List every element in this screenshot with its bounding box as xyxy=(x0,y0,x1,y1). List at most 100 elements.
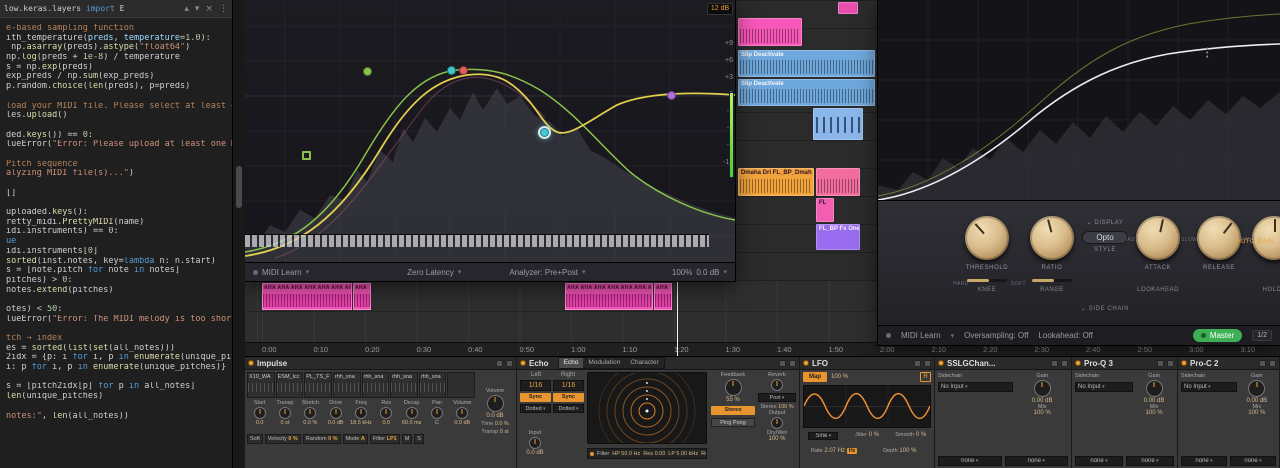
master-routing-pill[interactable]: Master xyxy=(1193,329,1242,342)
echo-left-division[interactable]: 1/16 xyxy=(520,380,551,391)
echo-right-mode-dropdown[interactable]: Dotted xyxy=(553,404,584,413)
feedback-knob[interactable] xyxy=(725,379,742,396)
global-time-value[interactable]: 0.0 % xyxy=(495,421,509,427)
impulse-velocity-control[interactable]: Velocity 0 % xyxy=(265,434,301,444)
map-button[interactable]: Map xyxy=(803,372,827,382)
impulse-filter-control[interactable]: Filter LP1 xyxy=(370,434,400,444)
clip[interactable] xyxy=(838,2,858,14)
impulse-slot[interactable]: X10_WA xyxy=(247,372,275,398)
code-lines[interactable]: e-based sampling functionith_temperature… xyxy=(0,18,232,431)
eq-band-handle[interactable] xyxy=(667,91,676,100)
map-amount[interactable]: 100 % xyxy=(831,374,848,380)
impulse-control-freq[interactable]: Freq18.5 kHz xyxy=(348,400,373,426)
piano-strip[interactable] xyxy=(245,234,709,247)
eq-band-handle[interactable] xyxy=(447,66,456,75)
echo-right-division[interactable]: 1/16 xyxy=(553,380,584,391)
scrollbar-thumb[interactable] xyxy=(236,166,242,208)
zoom-level[interactable]: 100% xyxy=(672,268,692,277)
gain-knob[interactable] xyxy=(1034,380,1051,397)
eq-band-handle[interactable] xyxy=(540,128,549,137)
plugin-edit-icon[interactable] xyxy=(1051,360,1058,367)
plugin-edit-icon[interactable] xyxy=(1157,360,1164,367)
arrangement-clip[interactable]: AHA xyxy=(654,283,672,310)
delete-cell-icon[interactable]: × xyxy=(205,4,213,14)
ping-pong-button[interactable]: Ping Pong xyxy=(711,418,755,427)
echo-filter-bar[interactable]: Filter HP 50.0 Hz Res 0.00 LP 5.00 kHz R… xyxy=(587,448,707,459)
playhead[interactable] xyxy=(677,281,678,356)
move-up-icon[interactable]: ▴ xyxy=(184,4,189,14)
param-dropdown[interactable]: none xyxy=(1230,456,1276,466)
lookahead-selector[interactable]: Lookahead: Off xyxy=(1038,331,1093,340)
save-preset-icon[interactable] xyxy=(789,360,796,367)
impulse-control-res[interactable]: Res0.0 xyxy=(374,400,399,426)
echo-left-sync-button[interactable]: Sync xyxy=(520,393,551,402)
stereo-mode-button[interactable]: Stereo xyxy=(711,406,755,415)
echo-tab-character[interactable]: Character xyxy=(625,358,664,368)
hot-swap-icon[interactable] xyxy=(914,360,921,367)
echo-hp-value[interactable]: HP 50.0 Hz xyxy=(612,451,640,457)
eq-display[interactable] xyxy=(245,0,735,262)
impulse-control-drive[interactable]: Drive0.0 dB xyxy=(323,400,348,426)
hold-knob[interactable] xyxy=(1252,216,1280,260)
channel-badge[interactable]: 1/2 xyxy=(1252,330,1272,341)
param-dropdown[interactable]: none xyxy=(1075,456,1123,466)
output-gain[interactable]: 0.0 dB xyxy=(696,268,719,277)
clip[interactable]: Slip Deactivate xyxy=(738,79,875,106)
param-dropdown[interactable]: none xyxy=(1181,456,1227,466)
midi-learn-button[interactable]: MIDI Learn xyxy=(262,268,302,277)
echo-tab-modulation[interactable]: Modulation xyxy=(583,358,625,368)
clip[interactable] xyxy=(738,18,802,46)
reverb-position-dropdown[interactable]: Post xyxy=(758,393,796,402)
hot-swap-icon[interactable] xyxy=(779,360,786,367)
mix-value[interactable]: 100 % xyxy=(1238,410,1276,416)
gain-knob[interactable] xyxy=(1248,380,1265,397)
release-knob[interactable] xyxy=(1197,216,1241,260)
mix-value[interactable]: 100 % xyxy=(1016,410,1068,416)
hz-toggle[interactable]: Hz xyxy=(847,448,858,454)
global-transp-value[interactable]: 0 st xyxy=(500,429,509,435)
param-dropdown[interactable]: none xyxy=(1126,456,1174,466)
echo-title-bar[interactable]: Echo EchoModulationCharacter xyxy=(517,357,799,370)
impulse-control-decay[interactable]: Decay60.0 ms xyxy=(399,400,424,426)
arrangement-clip[interactable]: AHA AHA AHA AHA AHA AHA AHA AHA AHA AHA … xyxy=(262,283,352,310)
save-preset-icon[interactable] xyxy=(506,360,513,367)
db-range-button[interactable]: 12 dB xyxy=(707,3,733,15)
more-options-icon[interactable]: ⋮ xyxy=(219,4,228,14)
echo-left-mode-dropdown[interactable]: Dotted xyxy=(520,404,551,413)
clip[interactable] xyxy=(813,108,863,140)
rate-value[interactable]: 2.07 Hz xyxy=(824,448,845,454)
output-knob[interactable] xyxy=(771,417,783,429)
unfold-icon[interactable] xyxy=(1061,360,1068,367)
sslg-title-bar[interactable]: SSLGChan... xyxy=(935,357,1071,370)
param-dropdown[interactable]: none xyxy=(938,456,1002,466)
range-slider[interactable] xyxy=(1032,279,1072,282)
impulse-control-transp[interactable]: Transp0 st xyxy=(272,400,297,426)
device-power-icon[interactable] xyxy=(803,360,809,366)
clip[interactable]: Slip Deactivate xyxy=(738,50,875,77)
compressor-display[interactable] xyxy=(878,0,1280,200)
code-editor[interactable]: low.keras.layers import E ▴▾×⋮ e-based s… xyxy=(0,0,233,468)
sidechain-input-dropdown[interactable]: No Input xyxy=(1181,382,1237,392)
device-power-icon[interactable] xyxy=(938,360,944,366)
impulse-slot[interactable]: rhh_sna xyxy=(390,372,418,398)
unfold-icon[interactable] xyxy=(1167,360,1174,367)
echo-right-sync-button[interactable]: Sync xyxy=(553,393,584,402)
device-power-icon[interactable] xyxy=(1181,360,1187,366)
arrangement-clip[interactable]: AHA AHA AHA AHA AHA AHA AHA AHA AHA AHA … xyxy=(565,283,653,310)
filter-toggle-icon[interactable] xyxy=(590,452,594,456)
retrigger-button[interactable]: R xyxy=(920,372,931,382)
unfold-icon[interactable] xyxy=(1269,360,1276,367)
impulse-random-control[interactable]: Random 0 % xyxy=(303,434,341,444)
mix-value[interactable]: 100 % xyxy=(1134,410,1174,416)
move-down-icon[interactable]: ▾ xyxy=(195,4,200,14)
impulse-m-control[interactable]: M xyxy=(402,434,413,444)
eq-band-handle[interactable] xyxy=(302,151,311,160)
plugin-edit-icon[interactable] xyxy=(1259,360,1266,367)
global-volume-knob[interactable] xyxy=(487,395,504,412)
impulse-slot[interactable]: ESM_lcc xyxy=(276,372,304,398)
impulse-control-start[interactable]: Start0.0 xyxy=(247,400,272,426)
editor-scrollbar[interactable] xyxy=(233,0,245,468)
hot-swap-icon[interactable] xyxy=(496,360,503,367)
impulse-title-bar[interactable]: Impulse xyxy=(245,357,516,370)
knee-handle[interactable]: ••• xyxy=(1206,48,1210,60)
